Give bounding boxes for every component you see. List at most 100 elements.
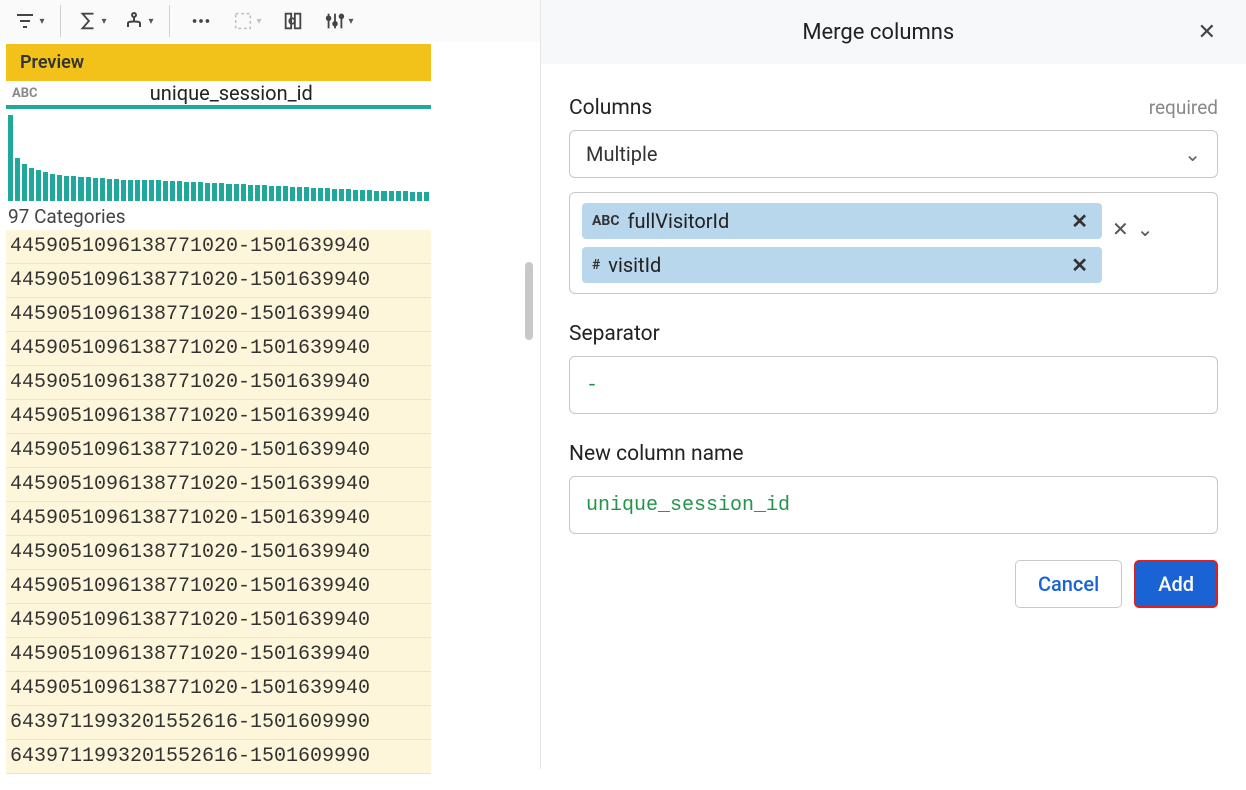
sliders-button[interactable]: ▾ — [318, 0, 360, 42]
chart-bar — [304, 187, 309, 201]
table-row[interactable]: 4459051096138771020-1501639940 — [6, 400, 431, 434]
column-chip[interactable]: ABCfullVisitorId✕ — [582, 203, 1102, 239]
table-row[interactable]: 4459051096138771020-1501639940 — [6, 298, 431, 332]
sigma-button[interactable]: ▾ — [71, 0, 113, 42]
table-row[interactable]: 4459051096138771020-1501639940 — [6, 570, 431, 604]
chart-bar — [170, 181, 175, 201]
chart-bar — [332, 189, 337, 201]
chart-bar — [43, 172, 48, 201]
chart-bar — [396, 191, 401, 201]
filter-button[interactable]: ▾ — [8, 0, 50, 42]
caret-icon: ▾ — [39, 16, 44, 27]
table-row[interactable]: 4459051096138771020-1501639940 — [6, 502, 431, 536]
chart-bar — [163, 181, 168, 201]
caret-icon: ▾ — [348, 16, 353, 27]
table-row[interactable]: 4459051096138771020-1501639940 — [6, 672, 431, 706]
table-row[interactable]: 4459051096138771020-1501639940 — [6, 332, 431, 366]
chart-bar — [269, 186, 274, 201]
table-row[interactable]: 4459051096138771020-1501639940 — [6, 468, 431, 502]
chart-bar — [212, 183, 217, 201]
chart-bar — [360, 190, 365, 201]
chart-bar — [114, 179, 119, 201]
caret-icon: ▾ — [148, 16, 153, 27]
column-view-button[interactable] — [272, 0, 314, 42]
categories-label: 97 Categories — [6, 201, 431, 230]
chart-bar — [50, 174, 55, 201]
chart-bar — [78, 177, 83, 201]
chart-bar — [107, 179, 112, 201]
chart-bar — [15, 158, 20, 201]
chart-bar — [297, 187, 302, 201]
chart-bar — [248, 185, 253, 201]
chart-bar — [389, 191, 394, 201]
toolbar: ▾ ▾ ▾ ▾ ▾ — [0, 0, 540, 42]
chart-bar — [255, 185, 260, 201]
chart-bar — [318, 188, 323, 201]
chart-bar — [424, 192, 429, 201]
chart-bar — [367, 190, 372, 201]
hash-icon: # — [592, 257, 600, 273]
chart-bar — [177, 181, 182, 201]
column-header[interactable]: ABC unique_session_id — [6, 81, 431, 109]
table-row[interactable]: 4459051096138771020-1501639940 — [6, 230, 431, 264]
table-row[interactable]: 4459051096138771020-1501639940 — [6, 536, 431, 570]
merge-columns-panel: Merge columns ✕ Columns required Multipl… — [540, 0, 1246, 769]
panel-header: Merge columns ✕ — [541, 0, 1246, 64]
chip-label: visitId — [608, 253, 661, 277]
columns-mode-select[interactable]: Multiple ⌄ — [569, 130, 1218, 178]
chart-bar — [241, 184, 246, 201]
columns-chips[interactable]: ABCfullVisitorId✕ # visitId ✕ ✕ ⌄ — [569, 192, 1218, 294]
table-row[interactable]: 4459051096138771020-1501639940 — [6, 638, 431, 672]
cancel-button[interactable]: Cancel — [1015, 560, 1122, 608]
chart-bar — [353, 190, 358, 201]
column-title: unique_session_id — [38, 81, 425, 105]
chart-bar — [290, 187, 295, 201]
chart-bar — [339, 189, 344, 201]
chart-bar — [86, 177, 91, 201]
chip-remove-icon[interactable]: ✕ — [1067, 253, 1092, 277]
new-column-label: New column name — [569, 442, 1218, 466]
select-value: Multiple — [586, 142, 657, 166]
chart-bar — [191, 182, 196, 201]
table-row[interactable]: 6439711993201552616-1501609990 — [6, 706, 431, 740]
chart-bar — [149, 180, 154, 201]
column-chip[interactable]: # visitId ✕ — [582, 247, 1102, 283]
chart-bar — [311, 188, 316, 201]
type-badge: ABC — [12, 86, 38, 101]
chart-bar — [198, 182, 203, 201]
chart-bar — [276, 186, 281, 201]
table-row[interactable]: 4459051096138771020-1501639940 — [6, 604, 431, 638]
table-row[interactable]: 4459051096138771020-1501639940 — [6, 434, 431, 468]
data-rows: 4459051096138771020-15016399404459051096… — [6, 230, 431, 774]
add-button[interactable]: Add — [1134, 560, 1218, 608]
chart-bar — [226, 184, 231, 201]
chart-bar — [346, 189, 351, 201]
chart-bar — [142, 180, 147, 201]
columns-label: Columns — [569, 96, 652, 120]
chart-bar — [100, 178, 105, 201]
group-button[interactable]: ▾ — [117, 0, 159, 42]
chart-bar — [22, 164, 27, 201]
required-label: required — [1149, 96, 1218, 119]
chevron-down-icon[interactable]: ⌄ — [1137, 217, 1154, 241]
chip-remove-icon[interactable]: ✕ — [1067, 209, 1092, 233]
abc-icon: ABC — [592, 213, 620, 229]
chart-bar — [57, 175, 62, 201]
chart-bar — [417, 192, 422, 201]
close-icon[interactable]: ✕ — [1192, 14, 1222, 51]
separator-input[interactable]: - — [569, 356, 1218, 414]
new-column-input[interactable]: unique_session_id — [569, 476, 1218, 534]
selection-button: ▾ — [226, 0, 268, 42]
chart-bar — [64, 176, 69, 201]
chart-bar — [283, 186, 288, 201]
scrollbar-thumb[interactable] — [525, 262, 533, 340]
chart-bar — [8, 115, 13, 201]
more-button[interactable] — [180, 0, 222, 42]
chart-bar — [128, 180, 133, 202]
chart-bar — [121, 180, 126, 202]
chart-bar — [219, 183, 224, 201]
table-row[interactable]: 4459051096138771020-1501639940 — [6, 366, 431, 400]
caret-icon: ▾ — [101, 16, 106, 27]
table-row[interactable]: 4459051096138771020-1501639940 — [6, 264, 431, 298]
clear-all-icon[interactable]: ✕ — [1112, 217, 1129, 241]
